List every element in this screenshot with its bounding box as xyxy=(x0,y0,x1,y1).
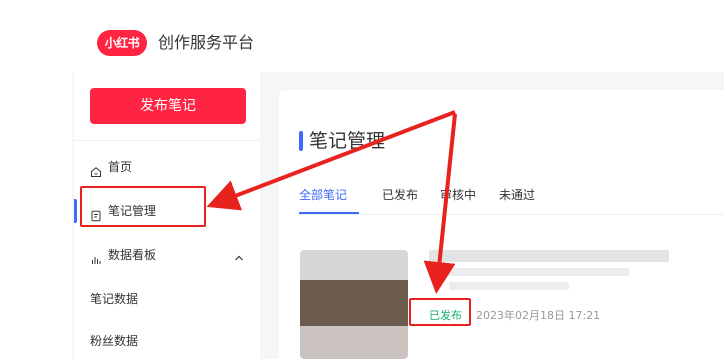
sidebar-item-home[interactable]: 首页 xyxy=(74,154,260,180)
publish-note-button[interactable]: 发布笔记 xyxy=(90,88,246,124)
tab-rejected[interactable]: 未通过 xyxy=(499,186,535,204)
annotation-box-status xyxy=(409,298,471,326)
title-accent-bar xyxy=(299,131,303,151)
note-desc-blurred xyxy=(429,268,629,276)
sidebar-subitem-note-data[interactable]: 笔记数据 xyxy=(90,289,138,309)
chevron-up-icon[interactable] xyxy=(232,248,246,262)
annotation-box-sidebar xyxy=(80,186,206,227)
tabs-divider xyxy=(299,214,724,215)
sidebar-item-label: 数据看板 xyxy=(108,248,157,262)
page-title: 笔记管理 xyxy=(309,130,386,152)
sidebar-divider xyxy=(74,140,260,141)
home-icon xyxy=(90,161,102,177)
sidebar-item-data-dashboard[interactable]: 数据看板 xyxy=(74,242,260,268)
note-stats-blurred xyxy=(449,282,569,290)
sidebar-subitem-fan-data[interactable]: 粉丝数据 xyxy=(90,331,138,351)
page: 小红书 创作服务平台 发布笔记 首页 笔记管理 数据看板 笔记数据 粉丝数据 笔… xyxy=(0,0,724,359)
note-title-blurred xyxy=(429,250,669,262)
sidebar-item-label: 首页 xyxy=(108,160,133,174)
xiaohongshu-logo[interactable]: 小红书 xyxy=(97,30,147,56)
platform-title: 创作服务平台 xyxy=(158,33,255,52)
tab-published[interactable]: 已发布 xyxy=(382,186,418,204)
tab-all-notes[interactable]: 全部笔记 xyxy=(299,186,347,204)
top-header: 小红书 创作服务平台 xyxy=(0,0,724,72)
bar-chart-icon xyxy=(90,249,102,264)
tab-under-review[interactable]: 审核中 xyxy=(440,186,476,204)
note-thumbnail[interactable] xyxy=(300,250,408,359)
note-publish-time: 2023年02月18日 17:21 xyxy=(476,309,601,322)
main-card: 笔记管理 全部笔记 已发布 审核中 未通过 已发布 2023年02月18日 17… xyxy=(279,90,724,359)
